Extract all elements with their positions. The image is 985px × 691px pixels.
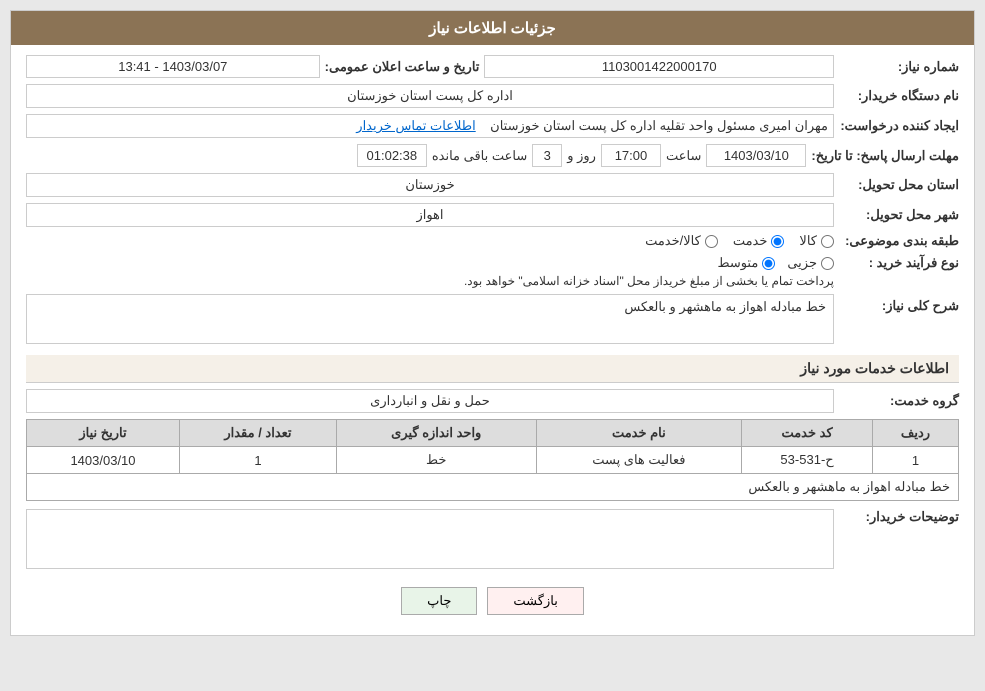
col-need-date: تاریخ نیاز <box>27 420 180 447</box>
city-value: اهواز <box>26 203 834 227</box>
proc-motavaset-label: متوسط <box>717 255 758 271</box>
announce-value: 1403/03/07 - 13:41 <box>26 55 320 78</box>
category-kala: کالا <box>799 233 834 249</box>
cell-row-desc: خط مبادله اهواز به ماهشهر و بالعکس <box>27 474 959 501</box>
deadline-days-label: روز و <box>567 148 596 164</box>
need-number-label: شماره نیاز: <box>839 59 959 75</box>
cell-service-code: ح-531-53 <box>742 447 873 474</box>
category-khedmat: خدمت <box>733 233 785 249</box>
cell-unit: خط <box>336 447 536 474</box>
cell-need-date: 1403/03/10 <box>27 447 180 474</box>
category-kala-radio[interactable] <box>821 235 834 248</box>
announce-label: تاریخ و ساعت اعلان عمومی: <box>325 59 480 75</box>
creator-value: مهران امیری مسئول واحد تقلیه اداره کل پس… <box>26 114 834 138</box>
cell-row-num: 1 <box>873 447 959 474</box>
category-radio-group: کالا خدمت کالا/خدمت <box>645 233 834 249</box>
table-row-desc: خط مبادله اهواز به ماهشهر و بالعکس <box>27 474 959 501</box>
proc-motavaset: متوسط <box>717 255 775 271</box>
buyer-org-value: اداره کل پست استان خوزستان <box>26 84 834 108</box>
button-row: بازگشت چاپ <box>26 572 959 625</box>
deadline-days-value: 3 <box>532 144 562 167</box>
services-section-header: اطلاعات خدمات مورد نیاز <box>26 355 959 383</box>
cell-quantity: 1 <box>179 447 336 474</box>
deadline-remaining-label: ساعت باقی مانده <box>432 148 527 164</box>
col-quantity: تعداد / مقدار <box>179 420 336 447</box>
creator-label: ایجاد کننده درخواست: <box>839 118 959 134</box>
general-desc-value: خط مبادله اهواز به ماهشهر و بالعکس <box>624 299 826 315</box>
category-kala-label: کالا <box>799 233 817 249</box>
category-kala-khedmat-label: کالا/خدمت <box>645 233 701 249</box>
category-kala-khedmat-radio[interactable] <box>705 235 718 248</box>
service-group-label: گروه خدمت: <box>839 393 959 409</box>
col-row-num: ردیف <box>873 420 959 447</box>
col-service-code: کد خدمت <box>742 420 873 447</box>
buyer-org-label: نام دستگاه خریدار: <box>839 88 959 104</box>
page-title: جزئیات اطلاعات نیاز <box>11 11 974 45</box>
city-label: شهر محل تحویل: <box>839 207 959 223</box>
col-service-name: نام خدمت <box>536 420 742 447</box>
buyer-desc-textarea[interactable] <box>26 509 834 569</box>
category-label: طبقه بندی موضوعی: <box>839 233 959 249</box>
service-group-value: حمل و نقل و انبارداری <box>26 389 834 413</box>
cell-service-name: فعالیت های پست <box>536 447 742 474</box>
back-button[interactable]: بازگشت <box>487 587 583 615</box>
proc-motavaset-radio[interactable] <box>762 257 775 270</box>
table-row: 1 ح-531-53 فعالیت های پست خط 1 1403/03/1… <box>27 447 959 474</box>
category-khedmat-label: خدمت <box>733 233 768 249</box>
general-desc-label: شرح کلی نیاز: <box>839 294 959 314</box>
proc-type-note: پرداخت تمام یا بخشی از مبلغ خریداز محل "… <box>26 274 834 288</box>
deadline-time-value: 17:00 <box>601 144 661 167</box>
category-kala-khedmat: کالا/خدمت <box>645 233 718 249</box>
proc-jazee-label: جزیی <box>787 255 817 271</box>
col-unit: واحد اندازه گیری <box>336 420 536 447</box>
deadline-time-label: ساعت <box>666 148 701 164</box>
buyer-desc-label: توضیحات خریدار: <box>839 509 959 525</box>
province-label: استان محل تحویل: <box>839 177 959 193</box>
proc-jazee: جزیی <box>787 255 834 271</box>
creator-link[interactable]: اطلاعات تماس خریدار <box>356 118 475 133</box>
need-number-value: 1103001422000170 <box>484 55 834 78</box>
services-table: ردیف کد خدمت نام خدمت واحد اندازه گیری ت… <box>26 419 959 501</box>
print-button[interactable]: چاپ <box>401 587 477 615</box>
proc-jazee-radio[interactable] <box>821 257 834 270</box>
proc-type-label: نوع فرآیند خرید : <box>839 255 959 271</box>
province-value: خوزستان <box>26 173 834 197</box>
deadline-label: مهلت ارسال پاسخ: تا تاریخ: <box>811 148 959 164</box>
category-khedmat-radio[interactable] <box>771 235 784 248</box>
deadline-remaining-value: 01:02:38 <box>357 144 427 167</box>
deadline-date: 1403/03/10 <box>706 144 806 167</box>
